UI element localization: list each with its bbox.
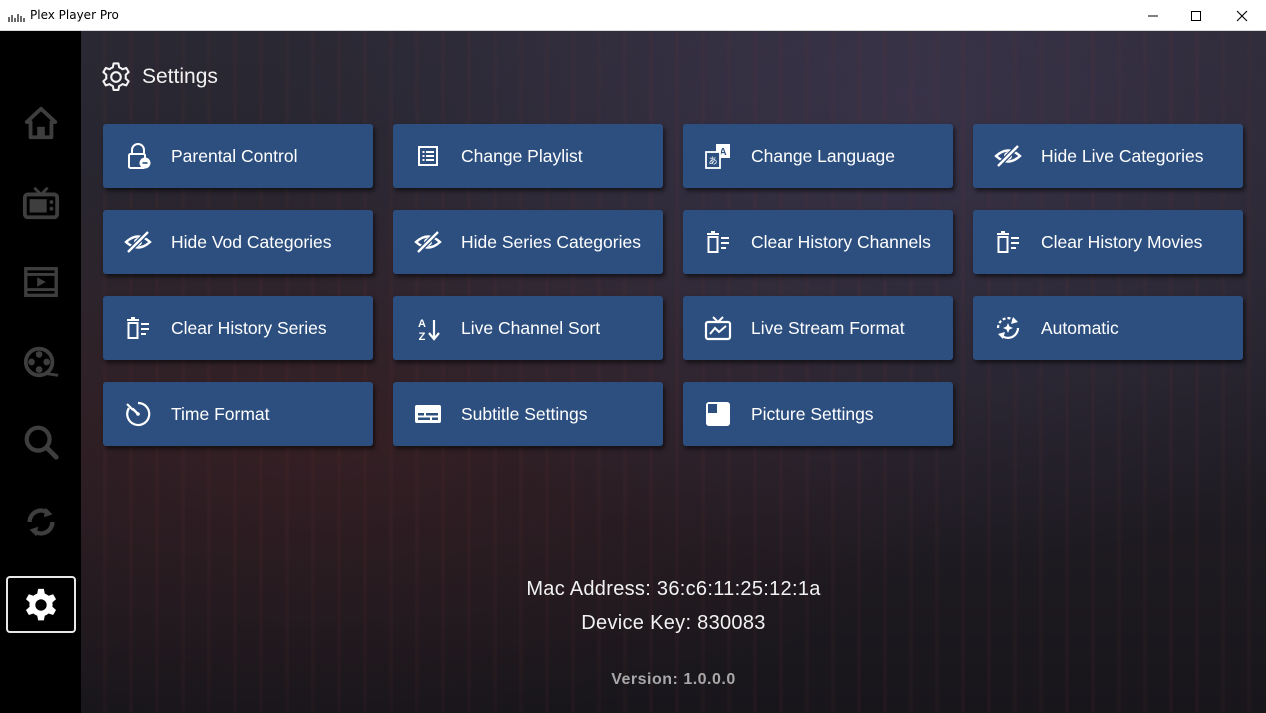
- sort-az-icon: AZ: [413, 313, 443, 343]
- settings-grid: Parental Control Change Playlist Aあ Chan…: [103, 124, 1243, 446]
- clear-history-channels-button[interactable]: Clear History Channels: [683, 210, 953, 274]
- page-header: Settings: [100, 61, 218, 93]
- parental-control-button[interactable]: Parental Control: [103, 124, 373, 188]
- translate-icon: Aあ: [703, 141, 733, 171]
- sidebar-item-refresh[interactable]: [6, 493, 76, 550]
- close-icon: [1236, 10, 1248, 21]
- sidebar-item-search[interactable]: [6, 413, 76, 470]
- gear-icon: [25, 588, 57, 620]
- minimize-button[interactable]: [1130, 0, 1176, 31]
- live-channel-sort-button[interactable]: AZ Live Channel Sort: [393, 296, 663, 360]
- automatic-button[interactable]: Automatic: [973, 296, 1243, 360]
- clear-list-icon: [993, 227, 1023, 257]
- list-icon: [413, 141, 443, 171]
- window-title: Plex Player Pro: [30, 8, 119, 22]
- svg-text:A: A: [418, 318, 426, 330]
- app-logo-icon: [8, 10, 26, 22]
- timer-icon: [123, 399, 153, 429]
- version-label: Version: 1.0.0.0: [611, 671, 736, 688]
- maximize-button[interactable]: [1173, 0, 1219, 31]
- eye-off-icon: [123, 227, 153, 257]
- picture-settings-button[interactable]: Picture Settings: [683, 382, 953, 446]
- sidebar: [0, 31, 81, 713]
- clear-list-icon: [123, 313, 153, 343]
- close-button[interactable]: [1219, 0, 1265, 31]
- home-icon: [24, 106, 58, 139]
- lock-icon: [123, 141, 153, 171]
- sidebar-item-series[interactable]: [6, 333, 76, 390]
- tv-stream-icon: [703, 313, 733, 343]
- film-reel-icon: [23, 346, 59, 377]
- live-stream-format-button[interactable]: Live Stream Format: [683, 296, 953, 360]
- eye-off-icon: [993, 141, 1023, 171]
- tv-icon: [22, 186, 60, 219]
- svg-text:あ: あ: [708, 156, 717, 167]
- clear-history-series-button[interactable]: Clear History Series: [103, 296, 373, 360]
- change-language-button[interactable]: Aあ Change Language: [683, 124, 953, 188]
- hide-series-categories-button[interactable]: Hide Series Categories: [393, 210, 663, 274]
- search-icon: [24, 425, 59, 460]
- refresh-icon: [27, 507, 55, 536]
- gear-icon: [102, 62, 130, 92]
- movie-icon: [24, 266, 58, 297]
- settings-panel: Settings Parental Control Change Playlis…: [81, 31, 1266, 713]
- hide-vod-categories-button[interactable]: Hide Vod Categories: [103, 210, 373, 274]
- sidebar-item-live-tv[interactable]: [6, 174, 76, 231]
- sidebar-item-home[interactable]: [6, 94, 76, 151]
- maximize-icon: [1191, 10, 1201, 21]
- picture-icon: [703, 399, 733, 429]
- time-format-button[interactable]: Time Format: [103, 382, 373, 446]
- page-title: Settings: [142, 65, 218, 88]
- mac-address: Mac Address: 36:c6:11:25:12:1a: [526, 578, 821, 600]
- subtitle-settings-button[interactable]: Subtitle Settings: [393, 382, 663, 446]
- window-title-bar: Plex Player Pro: [0, 0, 1266, 31]
- clear-list-icon: [703, 227, 733, 257]
- sidebar-item-movies[interactable]: [6, 253, 76, 310]
- eye-off-icon: [413, 227, 443, 257]
- subtitles-icon: [413, 399, 443, 429]
- sidebar-item-settings[interactable]: [6, 576, 76, 633]
- device-key: Device Key: 830083: [581, 612, 766, 634]
- minimize-icon: [1148, 15, 1158, 16]
- auto-refresh-icon: [993, 313, 1023, 343]
- change-playlist-button[interactable]: Change Playlist: [393, 124, 663, 188]
- clear-history-movies-button[interactable]: Clear History Movies: [973, 210, 1243, 274]
- hide-live-categories-button[interactable]: Hide Live Categories: [973, 124, 1243, 188]
- svg-text:Z: Z: [419, 331, 426, 342]
